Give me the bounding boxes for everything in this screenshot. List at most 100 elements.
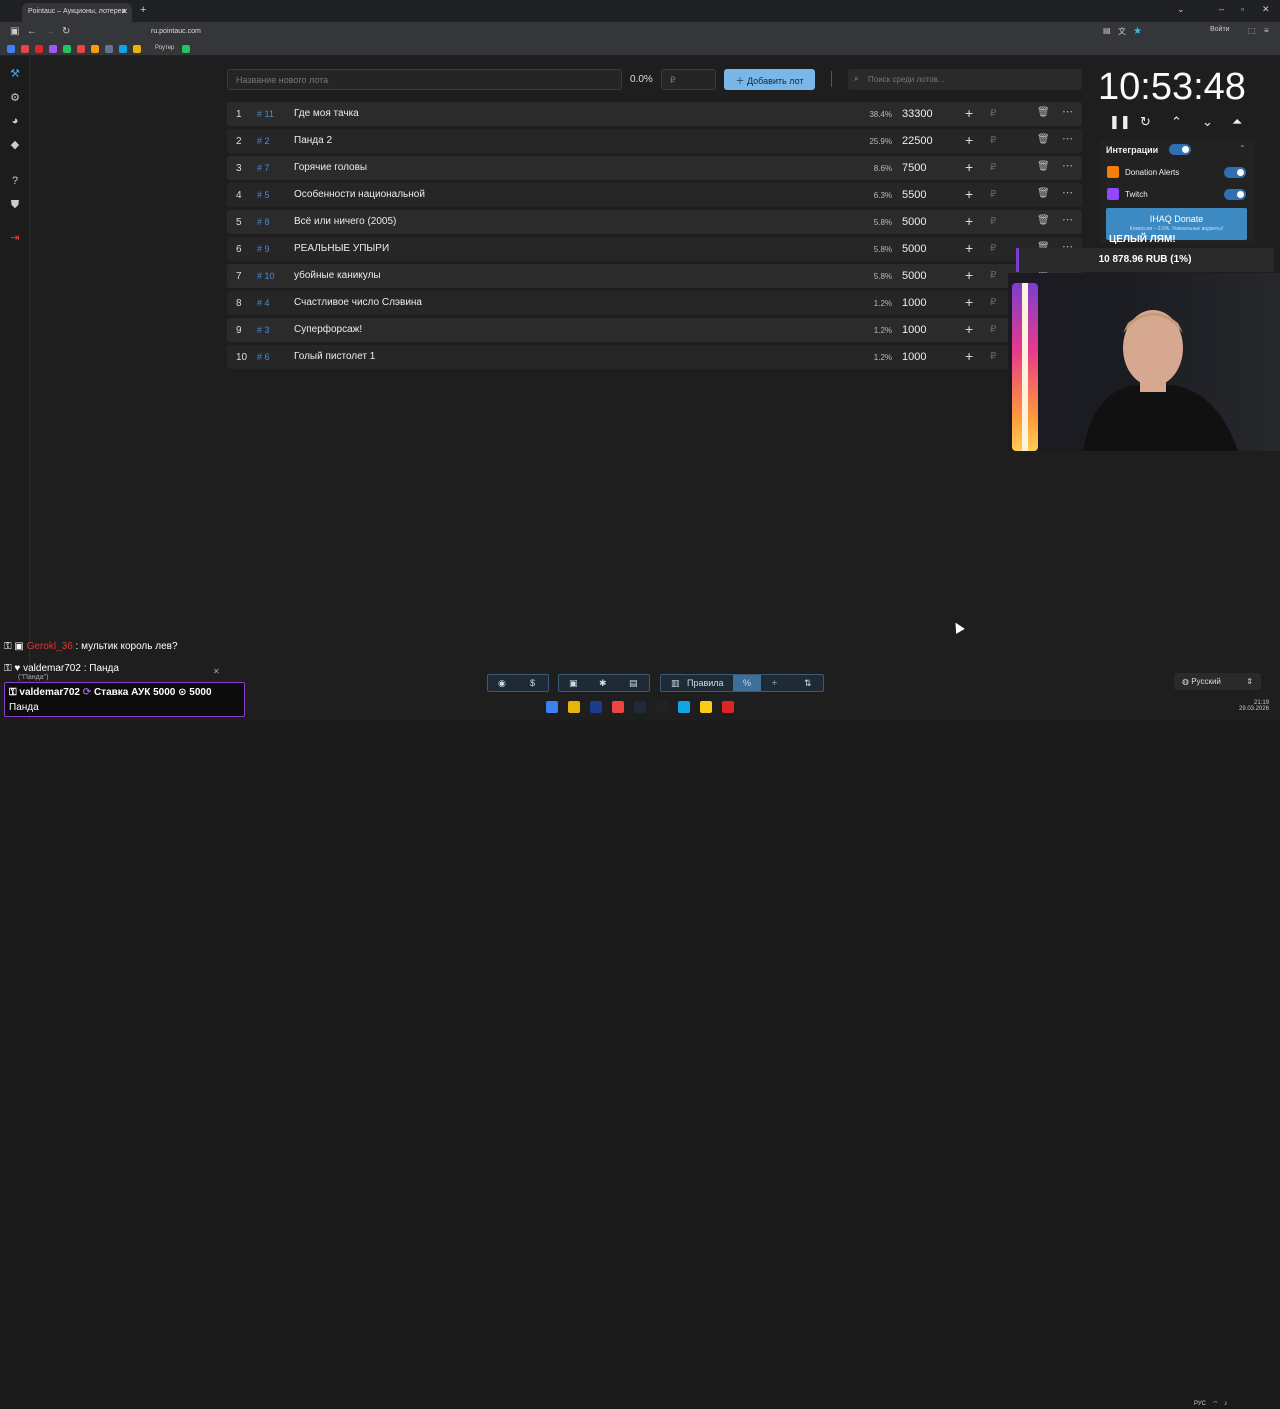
- back-icon[interactable]: ←: [27, 26, 37, 37]
- add-lot-button[interactable]: ＋ Добавить лот: [724, 69, 815, 90]
- add-amount-icon[interactable]: +: [965, 186, 973, 202]
- lot-name[interactable]: Панда 2: [294, 135, 332, 146]
- new-tab-icon[interactable]: +: [140, 4, 146, 16]
- reader-icon[interactable]: ▤: [1103, 26, 1111, 35]
- wifi-icon[interactable]: ⌔: [1212, 1400, 1219, 1409]
- extensions-icon[interactable]: ⬚: [1248, 26, 1256, 35]
- bug-icon[interactable]: ✱: [599, 678, 607, 689]
- lot-amount[interactable]: 1000: [902, 324, 926, 336]
- forward-icon[interactable]: →: [45, 26, 55, 37]
- wheel-icon[interactable]: ◕: [9, 115, 21, 127]
- close-tab-icon[interactable]: ✕: [121, 7, 128, 16]
- more-icon[interactable]: ⋯: [1062, 159, 1073, 172]
- bookmark-icon[interactable]: [105, 45, 113, 53]
- trash-icon[interactable]: 🗑: [1037, 107, 1050, 118]
- more-icon[interactable]: ⋯: [1062, 213, 1073, 226]
- lot-name[interactable]: Где моя тачка: [294, 108, 359, 119]
- browser-icon[interactable]: [612, 701, 624, 713]
- auction-hammer-icon[interactable]: ⚒: [9, 68, 21, 80]
- lot-row[interactable]: 7# 10убойные каникулы5.8%5000+₽🗑⋯: [227, 264, 1082, 288]
- integrations-toggle[interactable]: [1169, 144, 1191, 155]
- minimize-icon[interactable]: –: [1219, 4, 1224, 14]
- save-icon[interactable]: ▣: [569, 678, 578, 689]
- browser-tab[interactable]: Pointauc – Аукционы, лотереи ✕: [22, 3, 132, 22]
- add-amount-icon[interactable]: +: [965, 240, 973, 256]
- explorer-icon[interactable]: [568, 701, 580, 713]
- bookmark-icon[interactable]: [21, 45, 29, 53]
- lot-name[interactable]: Суперфорсаж!: [294, 324, 362, 335]
- clock-tray[interactable]: 21:19 29.03.2026: [1239, 700, 1269, 712]
- app-icon[interactable]: [678, 701, 690, 713]
- add-amount-icon[interactable]: +: [965, 159, 973, 175]
- close-window-icon[interactable]: ✕: [1262, 4, 1270, 15]
- collapse-icon[interactable]: ⌃: [1239, 144, 1246, 153]
- lot-amount[interactable]: 5000: [902, 243, 926, 255]
- lot-id[interactable]: # 8: [257, 217, 270, 227]
- bookmark-icon[interactable]: [49, 45, 57, 53]
- add-amount-icon[interactable]: +: [965, 213, 973, 229]
- lot-amount[interactable]: 22500: [902, 135, 933, 147]
- photoshop-icon[interactable]: [590, 701, 602, 713]
- percent-mode-icon[interactable]: %: [733, 675, 761, 691]
- lot-id[interactable]: # 9: [257, 244, 270, 254]
- lot-row[interactable]: 5 # 8 Всё или ничего (2005) 5.8% 5000 + ₽ 🗑 ⋯: [227, 210, 1082, 234]
- bookmark-router[interactable]: Роутер: [155, 45, 174, 51]
- lot-id[interactable]: # 11: [257, 109, 274, 119]
- lot-row[interactable]: 1 # 11 Где моя тачка 38.4% 33300 + ₽ 🗑 ⋯: [227, 102, 1082, 126]
- terminal-icon[interactable]: [656, 701, 668, 713]
- bookmark-icon[interactable]: [63, 45, 71, 53]
- bookmark-icon[interactable]: [119, 45, 127, 53]
- lot-amount[interactable]: 1000: [902, 351, 926, 363]
- lot-row[interactable]: 10# 6Голый пистолет 11.2%1000+₽🗑⋯: [227, 345, 1082, 369]
- keyboard-lang[interactable]: РУС: [1194, 1401, 1206, 1407]
- search-lots-input[interactable]: ⌕ Поиск среди лотов...: [848, 69, 1082, 90]
- start-icon[interactable]: [546, 701, 558, 713]
- lot-id[interactable]: # 5: [257, 190, 270, 200]
- bookmark-icon[interactable]: [7, 45, 15, 53]
- lot-id[interactable]: # 7: [257, 163, 270, 173]
- lot-amount[interactable]: 5000: [902, 270, 926, 282]
- add-amount-icon[interactable]: +: [965, 321, 973, 337]
- close-icon[interactable]: ✕: [213, 667, 220, 676]
- settings-icon[interactable]: ⚙: [9, 92, 21, 104]
- github-icon[interactable]: ◉: [498, 678, 506, 689]
- bookmark-icon[interactable]: [182, 45, 190, 53]
- more-icon[interactable]: ⋯: [1062, 186, 1073, 199]
- split-icon[interactable]: ÷: [772, 678, 777, 688]
- double-chevron-up-icon[interactable]: ⏶: [1232, 114, 1242, 130]
- chevron-down-icon[interactable]: ⌄: [1202, 114, 1213, 130]
- lot-amount[interactable]: 5000: [902, 216, 926, 228]
- lot-id[interactable]: # 6: [257, 352, 270, 362]
- reload-icon[interactable]: ↻: [62, 26, 70, 37]
- maximize-icon[interactable]: ▫: [1241, 4, 1244, 14]
- login-button[interactable]: Войти: [1210, 26, 1230, 33]
- lot-row[interactable]: 3 # 7 Горячие головы 8.6% 7500 + ₽ 🗑 ⋯: [227, 156, 1082, 180]
- volume-icon[interactable]: ♪: [1224, 1400, 1228, 1407]
- lot-row[interactable]: 4 # 5 Особенности национальной 6.3% 5500 + ₽ 🗑 ⋯: [227, 183, 1082, 207]
- more-icon[interactable]: ⋯: [1062, 132, 1073, 145]
- add-amount-icon[interactable]: +: [965, 348, 973, 364]
- app-icon[interactable]: [700, 701, 712, 713]
- trash-icon[interactable]: 🗑: [1037, 215, 1050, 226]
- lot-id[interactable]: # 4: [257, 298, 270, 308]
- dollar-icon[interactable]: $: [530, 678, 535, 688]
- steam-icon[interactable]: [634, 701, 646, 713]
- pause-icon[interactable]: ❚❚: [1109, 114, 1131, 130]
- donation-alerts-toggle[interactable]: [1224, 167, 1246, 178]
- sidebar-toggle-icon[interactable]: ▣: [10, 26, 19, 37]
- new-lot-input[interactable]: Название нового лота: [227, 69, 622, 90]
- menu-icon[interactable]: ≡: [1264, 26, 1269, 35]
- lot-amount[interactable]: 33300: [902, 108, 933, 120]
- bookmark-icon[interactable]: [77, 45, 85, 53]
- twitch-toggle[interactable]: [1224, 189, 1246, 200]
- lot-id[interactable]: # 2: [257, 136, 270, 146]
- more-icon[interactable]: ⋯: [1062, 105, 1073, 118]
- add-amount-icon[interactable]: +: [965, 267, 973, 283]
- lot-name[interactable]: Счастливое число Слэвина: [294, 297, 422, 308]
- add-amount-icon[interactable]: +: [965, 132, 973, 148]
- lot-row[interactable]: 9# 3Суперфорсаж!1.2%1000+₽🗑⋯: [227, 318, 1082, 342]
- url-field[interactable]: ru.pointauc.com: [135, 25, 1095, 39]
- bookmark-icon[interactable]: [133, 45, 141, 53]
- lot-amount[interactable]: 5500: [902, 189, 926, 201]
- sort-icon[interactable]: ⇅: [804, 678, 812, 689]
